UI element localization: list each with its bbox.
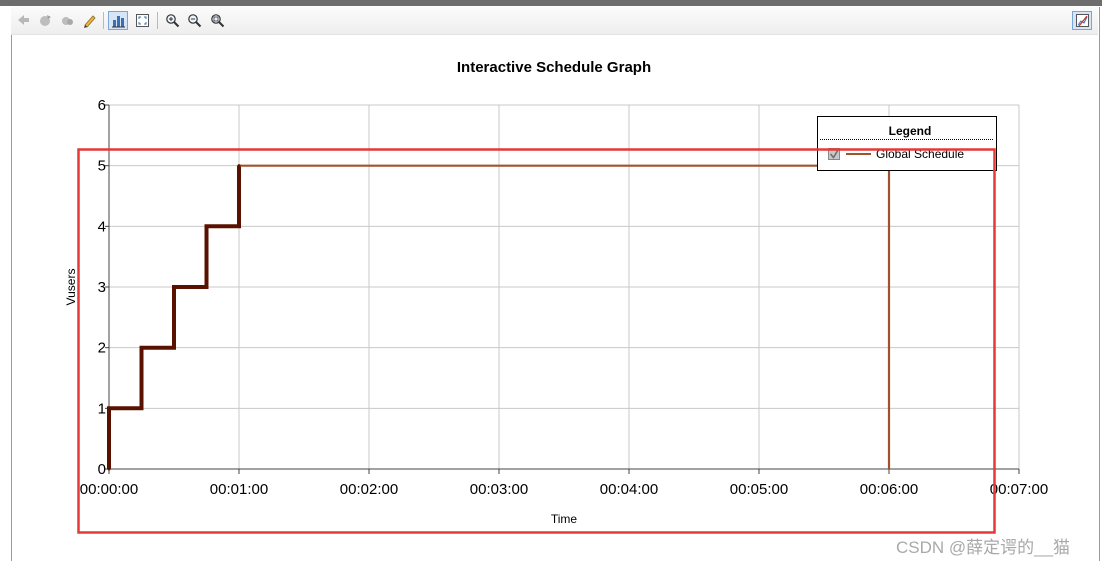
- x-tick-labels: 00:00:00 00:01:00 00:02:00 00:03:00 00:04:00…: [80, 469, 1048, 498]
- x-tick-label: 00:07:00: [990, 481, 1048, 498]
- y-tick-label: 5: [98, 158, 106, 175]
- x-tick-label: 00:06:00: [860, 481, 918, 498]
- y-tick-label: 4: [98, 218, 106, 235]
- x-tick-label: 00:02:00: [340, 481, 398, 498]
- watermark: CSDN @薛定谔的__猫: [896, 538, 1071, 557]
- x-axis-label: Time: [551, 512, 578, 526]
- series-point: [107, 406, 111, 410]
- series-point: [205, 285, 208, 289]
- series-point: [205, 224, 208, 228]
- y-tick-label: 1: [98, 400, 106, 417]
- legend-title: Legend: [889, 124, 932, 138]
- series-point: [237, 164, 241, 168]
- x-tick-label: 00:04:00: [600, 481, 658, 498]
- series-point: [172, 285, 176, 289]
- y-tick-label: 2: [98, 340, 106, 357]
- highlight-rectangle: [77, 148, 996, 534]
- y-tick-label: 6: [98, 97, 106, 114]
- x-tick-label: 00:05:00: [730, 481, 788, 498]
- y-tick-label: 0: [98, 461, 106, 478]
- series-ramp-line[interactable]: [107, 165, 241, 469]
- series-plateau-line[interactable]: [239, 164, 891, 469]
- schedule-chart: Interactive Schedule Graph 0 1 2 3 4 5 6 00:00…: [64, 59, 1048, 534]
- y-axis-label: Vusers: [64, 269, 78, 306]
- y-tick-label: 3: [98, 279, 106, 296]
- series-global-schedule[interactable]: [107, 164, 891, 471]
- series-point: [107, 467, 111, 471]
- x-tick-label: 00:00:00: [80, 481, 138, 498]
- legend-box: Legend Global Schedule: [817, 116, 997, 171]
- x-tick-label: 00:01:00: [210, 481, 268, 498]
- series-point: [140, 346, 143, 350]
- series-point: [140, 406, 143, 410]
- x-tick-label: 00:03:00: [470, 481, 528, 498]
- series-point: [237, 224, 241, 228]
- series-point: [172, 346, 176, 350]
- chart-title: Interactive Schedule Graph: [457, 59, 651, 76]
